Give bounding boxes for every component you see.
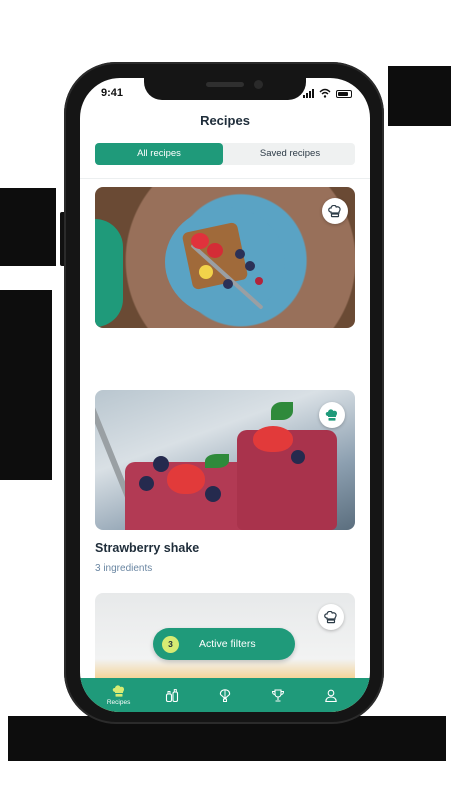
chef-hat-icon	[325, 408, 338, 421]
save-recipe-button[interactable]	[319, 402, 345, 428]
strawberry	[207, 243, 223, 258]
chef-hat-icon	[328, 204, 341, 217]
strawberry-leaves	[271, 402, 293, 420]
strawberry-leaves	[205, 454, 229, 468]
recipe-title[interactable]: Strawberry shake	[95, 541, 199, 555]
image-overlay-tab	[95, 219, 123, 327]
background-shape-left-bottom	[0, 290, 52, 480]
filters-label: Active filters	[199, 638, 256, 650]
raspberry	[255, 277, 263, 285]
front-camera	[254, 80, 263, 89]
blueberry	[235, 249, 245, 259]
blueberry	[139, 476, 154, 491]
filters-count-badge: 3	[162, 635, 179, 653]
speaker	[206, 82, 244, 87]
signal-icon	[303, 89, 314, 98]
header-divider	[80, 178, 370, 179]
nav-item-bottles[interactable]	[152, 688, 192, 702]
save-recipe-button[interactable]	[318, 604, 344, 630]
battery-icon	[336, 90, 352, 98]
notch	[144, 78, 306, 100]
trophy-icon	[272, 688, 285, 702]
chef-hat-icon	[324, 610, 337, 623]
nav-item-recipes[interactable]: Recipes	[99, 684, 139, 706]
strawberry	[253, 426, 293, 452]
blueberry	[153, 456, 169, 472]
nav-item-trophy[interactable]	[258, 688, 298, 702]
profile-icon	[325, 689, 338, 702]
recipe-image-strawberry-shake[interactable]	[95, 390, 355, 530]
nav-item-balloon[interactable]	[205, 688, 245, 702]
tab-saved-recipes[interactable]: Saved recipes	[225, 143, 355, 165]
recipe-image-toast[interactable]	[95, 187, 355, 328]
nav-label-recipes: Recipes	[106, 698, 131, 706]
kiwi-slice	[199, 265, 213, 279]
chef-hat-icon	[112, 684, 124, 697]
recipes-segmented-control: All recipes Saved recipes	[95, 143, 355, 165]
nav-item-profile[interactable]	[311, 689, 351, 702]
tab-all-recipes[interactable]: All recipes	[95, 143, 223, 165]
phone-screen: 9:41 Recipes All recipes Saved recipes S…	[80, 78, 370, 712]
recipe-ingredient-count: 3 ingredients	[95, 563, 153, 574]
page-title: Recipes	[200, 113, 250, 128]
blueberry	[205, 486, 221, 502]
status-icons	[303, 88, 352, 98]
blueberry	[223, 279, 233, 289]
bottom-navigation: Recipes	[80, 678, 370, 712]
background-shape-right	[388, 66, 451, 126]
wifi-icon	[319, 88, 331, 98]
strawberry	[167, 464, 205, 494]
balloon-icon	[219, 688, 231, 702]
blueberry	[245, 261, 255, 271]
status-time: 9:41	[101, 87, 124, 99]
active-filters-button[interactable]: 3 Active filters	[153, 628, 295, 660]
blueberry	[291, 450, 305, 464]
strawberry	[191, 233, 209, 249]
save-recipe-button[interactable]	[322, 198, 348, 224]
background-shape-left-top	[0, 188, 56, 266]
bottles-icon	[165, 688, 178, 702]
